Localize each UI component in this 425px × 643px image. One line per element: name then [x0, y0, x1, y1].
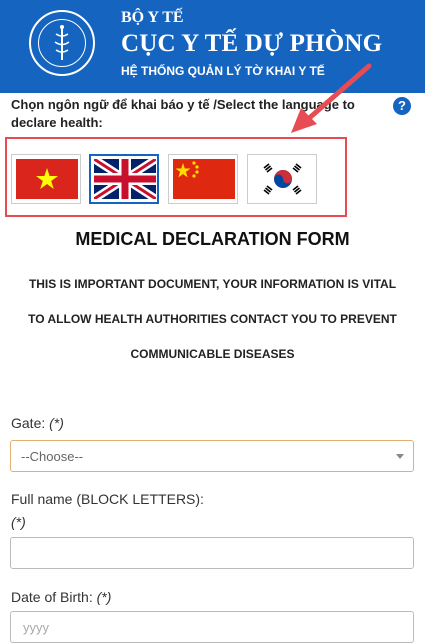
gate-label-text: Gate: [11, 415, 46, 431]
pointer-arrow-icon [291, 63, 372, 133]
help-icon[interactable]: ? [393, 97, 411, 115]
notice-line-2: TO ALLOW HEALTH AUTHORITIES CONTACT YOU … [28, 312, 397, 326]
china-flag-icon[interactable] [168, 154, 238, 204]
dob-label-text: Date of Birth: [11, 589, 93, 605]
full-name-input[interactable] [10, 537, 414, 569]
chevron-down-icon [396, 454, 404, 459]
full-name-label: Full name (BLOCK LETTERS): [11, 491, 204, 507]
gate-label: Gate: (*) [11, 415, 64, 431]
vietnam-flag-icon[interactable] [11, 154, 81, 204]
gate-select[interactable]: --Choose-- [10, 440, 414, 472]
uk-flag-icon[interactable] [89, 154, 159, 204]
required-mark: (*) [11, 514, 26, 530]
required-mark: (*) [49, 415, 64, 431]
korea-flag-icon[interactable] [247, 154, 317, 204]
notice-line-3: COMMUNICABLE DISEASES [130, 347, 295, 361]
full-name-label-text: Full name (BLOCK LETTERS): [11, 491, 204, 507]
full-name-required: (*) [11, 514, 26, 530]
gate-select-value: --Choose-- [21, 449, 84, 464]
form-title: MEDICAL DECLARATION FORM [75, 229, 350, 249]
ministry-logo [29, 10, 95, 76]
ministry-name: BỘ Y TẾ [121, 9, 184, 26]
required-mark: (*) [96, 589, 112, 605]
notice-line-1: THIS IS IMPORTANT DOCUMENT, YOUR INFORMA… [28, 277, 397, 291]
dob-year-input[interactable]: yyyy [10, 611, 414, 643]
department-name: CỤC Y TẾ DỰ PHÒNG [121, 30, 383, 57]
dob-label: Date of Birth: (*) [11, 589, 111, 605]
